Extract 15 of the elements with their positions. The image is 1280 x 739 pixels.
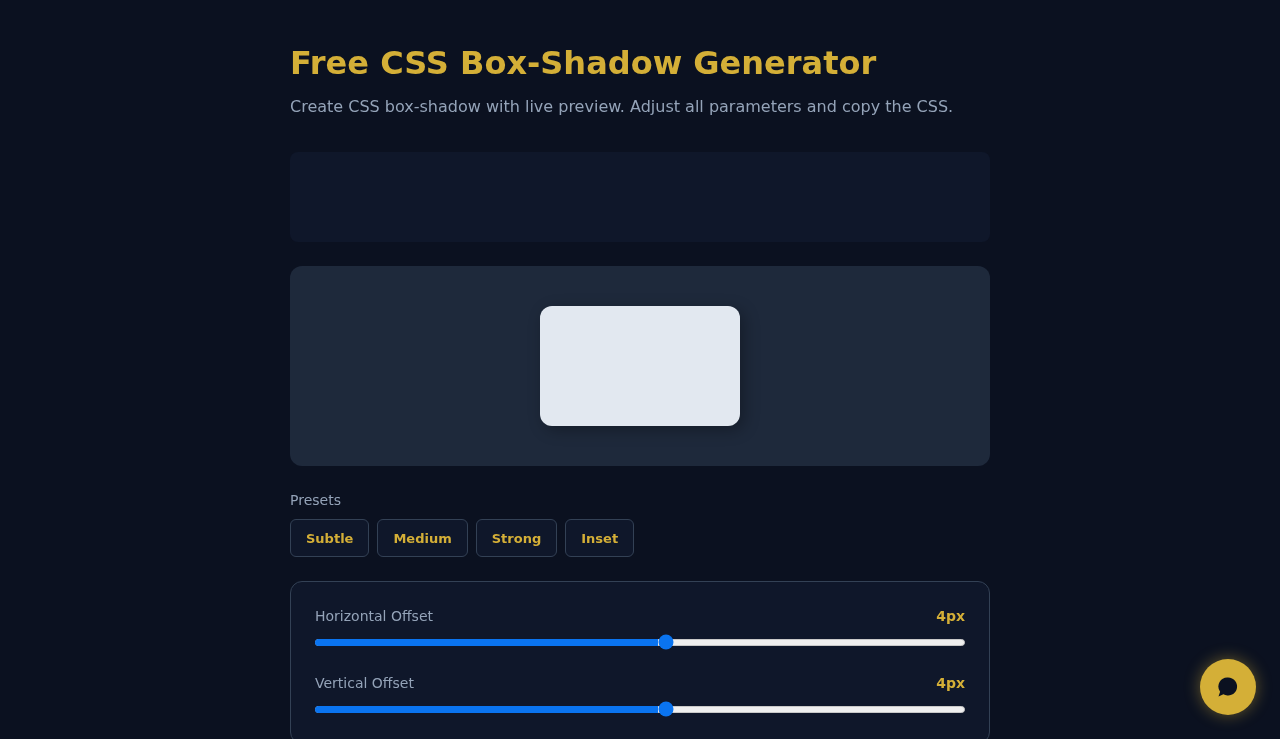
slider-value: 4px: [936, 607, 965, 626]
slider-label: Horizontal Offset: [315, 607, 433, 626]
page-title: Free CSS Box-Shadow Generator: [290, 43, 878, 83]
slider-thumb[interactable]: [658, 634, 674, 650]
preset-button[interactable]: Inset: [565, 519, 635, 557]
slider-value: 4px: [936, 674, 965, 693]
preset-button[interactable]: Medium: [377, 519, 468, 557]
page-subtitle: Create CSS box-shadow with live preview. Adjust all parameters and copy the CSS.: [290, 96, 955, 118]
slider-thumb[interactable]: [658, 701, 674, 717]
chat-button[interactable]: [1200, 659, 1256, 715]
preset-button[interactable]: Subtle: [290, 519, 370, 557]
slider-label: Vertical Offset: [315, 674, 414, 693]
presets-label: Presets: [290, 491, 342, 510]
preset-button[interactable]: Strong: [475, 519, 558, 557]
chat-bubble-icon: [1218, 677, 1238, 697]
